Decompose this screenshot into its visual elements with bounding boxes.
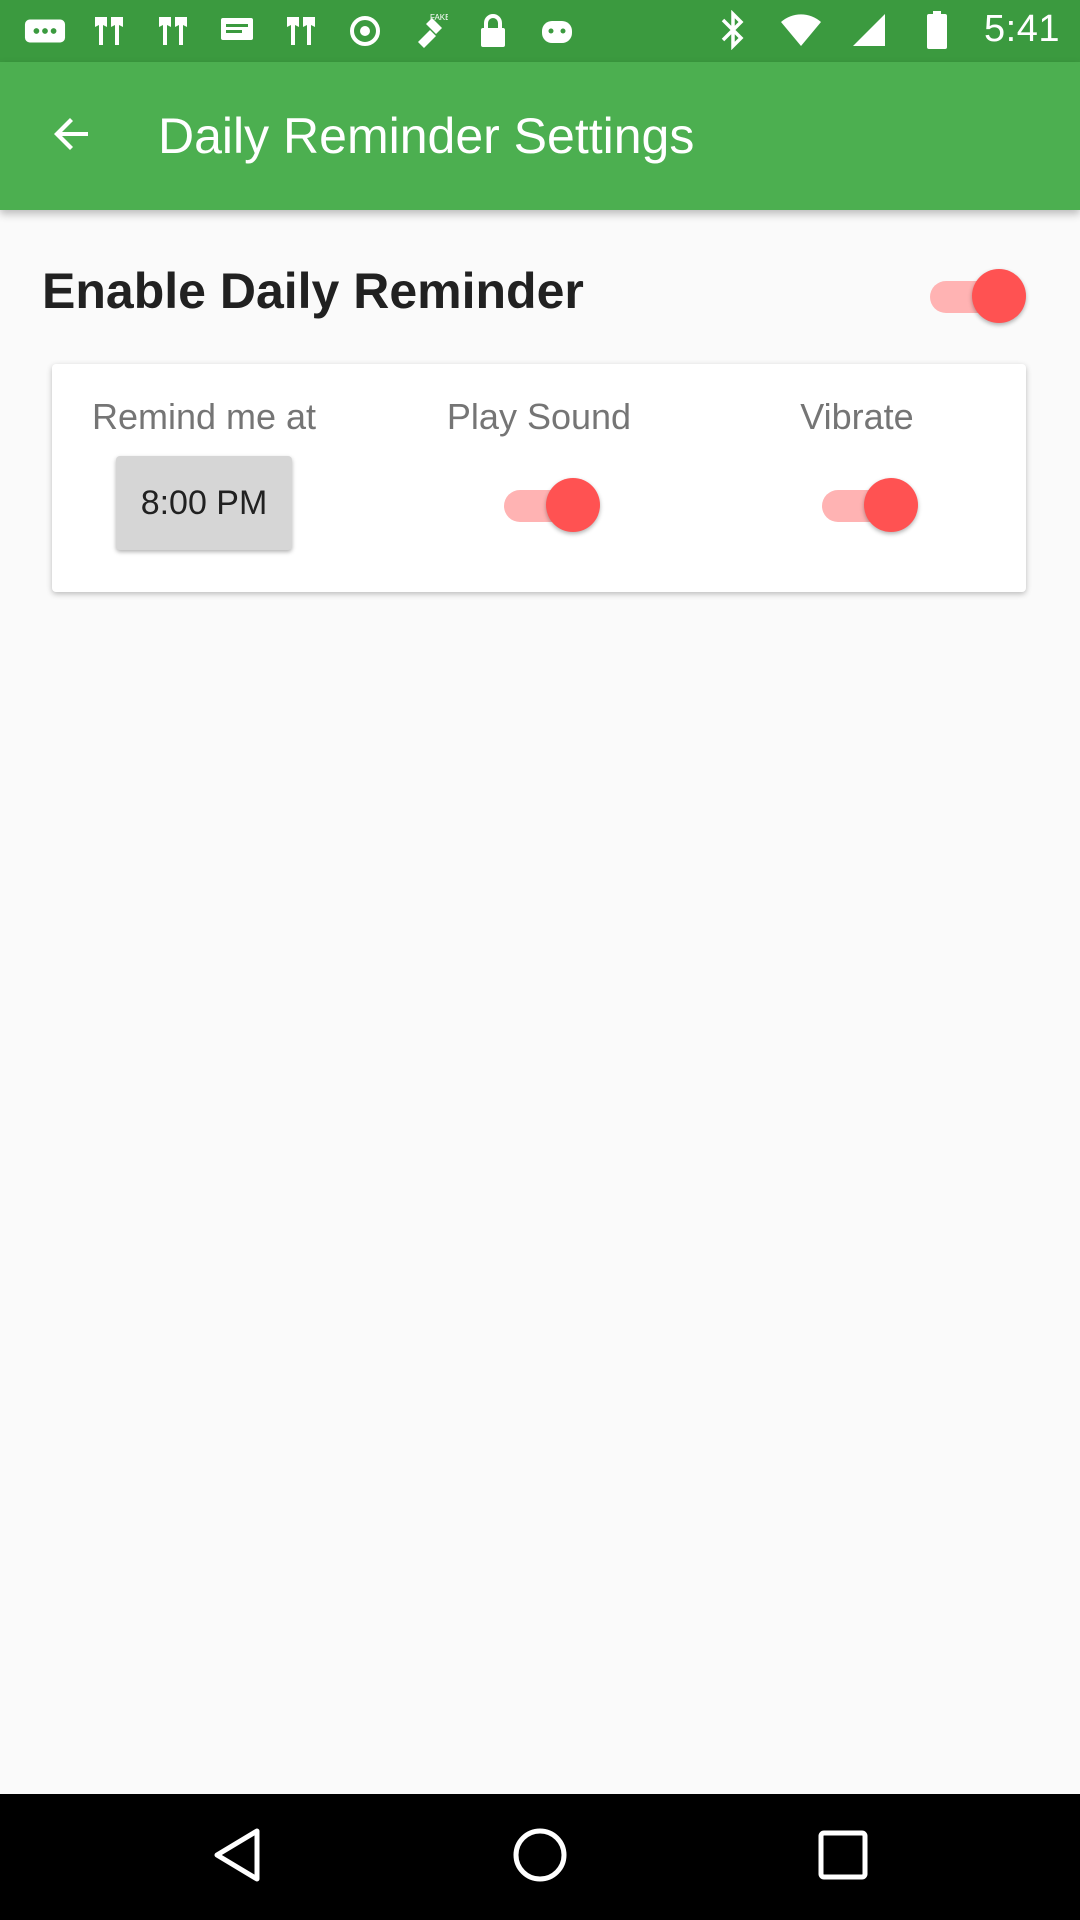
enable-reminder-switch[interactable]	[930, 265, 1026, 325]
signal-icon	[848, 9, 890, 51]
switch-thumb	[864, 478, 918, 532]
notification-icon	[280, 10, 322, 52]
vibrate-label: Vibrate	[800, 396, 914, 437]
sync-icon	[344, 10, 386, 52]
notification-icon	[152, 10, 194, 52]
enable-reminder-label: Enable Daily Reminder	[42, 263, 584, 319]
android-icon	[536, 10, 578, 52]
play-sound-switch[interactable]	[504, 474, 600, 534]
nav-home-button[interactable]	[505, 1822, 575, 1892]
wifi-icon	[780, 9, 822, 51]
nav-back-button[interactable]	[202, 1822, 272, 1892]
play-sound-label: Play Sound	[446, 396, 632, 437]
vibrate-switch[interactable]	[822, 474, 918, 534]
navigation-bar	[0, 1794, 1080, 1920]
enable-reminder-row: Enable Daily Reminder	[0, 250, 1080, 340]
remind-me-at-label: Remind me at	[91, 396, 317, 437]
status-bar: FAKE 5:41	[0, 0, 1080, 62]
home-circle-icon	[510, 1825, 570, 1890]
more-icon	[24, 10, 66, 52]
nav-recents-button[interactable]	[808, 1822, 878, 1892]
arrow-back-icon	[48, 110, 96, 163]
reminder-options-card: Remind me at 8:00 PM Play Sound Vibrate	[52, 364, 1026, 592]
notification-icon	[88, 10, 130, 52]
switch-thumb	[972, 269, 1026, 323]
app-bar: Daily Reminder Settings	[0, 62, 1080, 210]
back-triangle-icon	[209, 1825, 265, 1890]
recents-square-icon	[816, 1828, 870, 1887]
battery-icon	[916, 9, 958, 51]
message-icon	[216, 10, 258, 52]
time-picker-button[interactable]: 8:00 PM	[116, 456, 292, 550]
status-time: 5:41	[984, 8, 1060, 50]
back-button[interactable]	[36, 100, 108, 172]
fake-gps-icon: FAKE	[408, 10, 450, 52]
lock-icon	[472, 10, 514, 52]
svg-text:FAKE: FAKE	[430, 13, 448, 22]
bluetooth-icon	[712, 9, 754, 51]
switch-thumb	[546, 478, 600, 532]
page-title: Daily Reminder Settings	[158, 108, 695, 164]
